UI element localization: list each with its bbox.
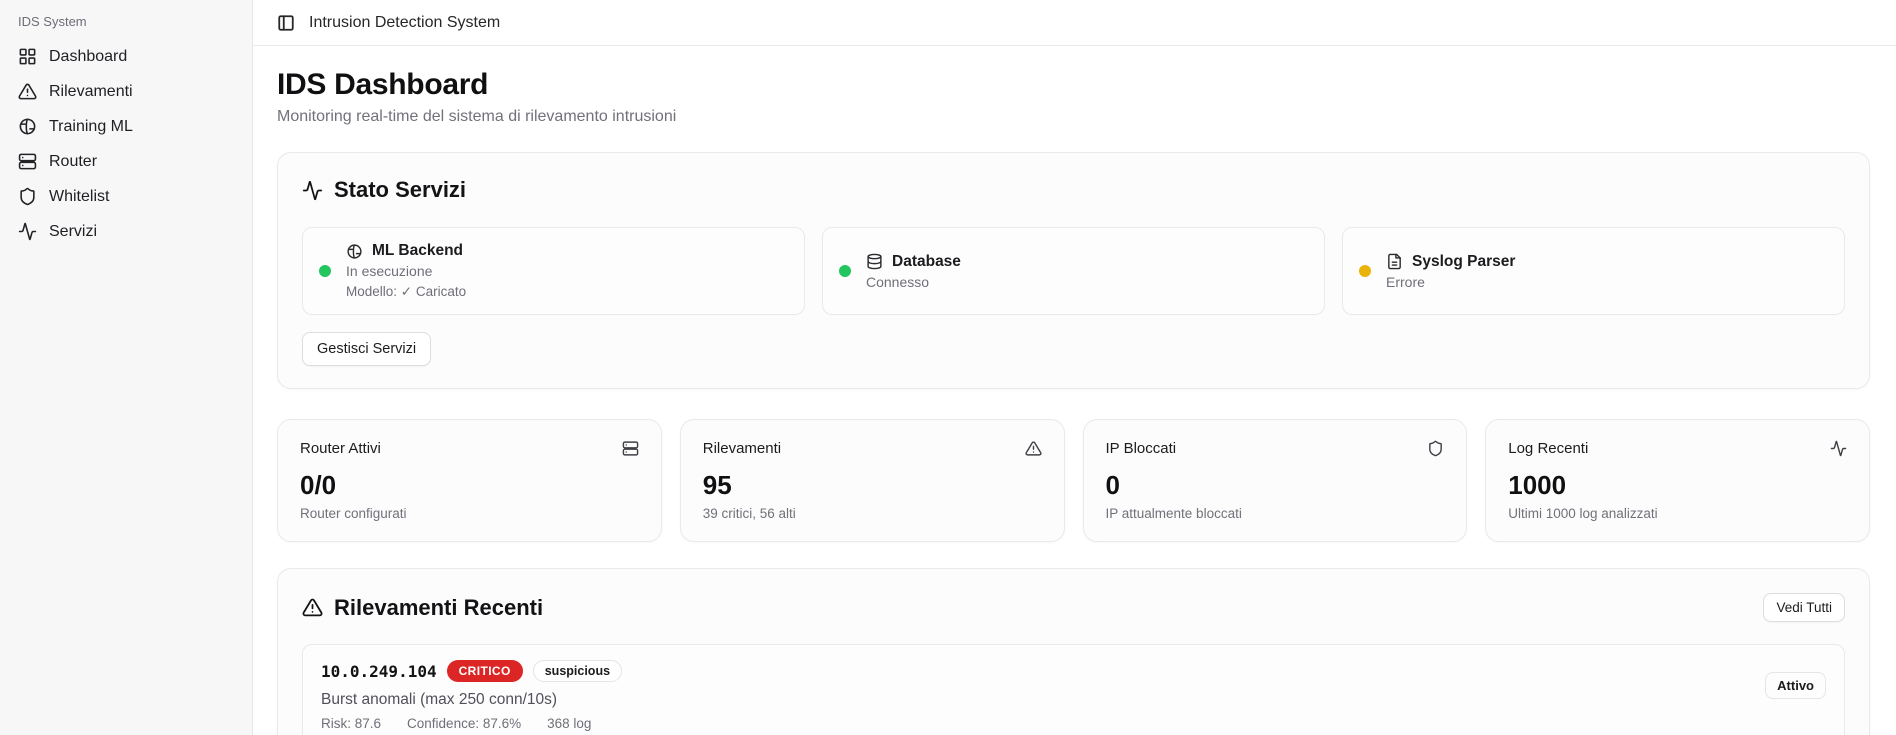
activity-icon	[1830, 440, 1847, 457]
sidebar-item-label: Training ML	[49, 118, 133, 136]
service-name: ML Backend	[372, 242, 463, 260]
stat-value: 1000	[1508, 470, 1847, 501]
sidebar-item-rilevamenti[interactable]: Rilevamenti	[10, 74, 242, 109]
alert-triangle-icon	[18, 82, 37, 101]
sidebar-item-servizi[interactable]: Servizi	[10, 214, 242, 249]
service-status: Errore	[1386, 274, 1515, 290]
panel-left-icon	[277, 14, 295, 32]
stat-title: IP Bloccati	[1106, 440, 1177, 457]
shield-icon	[1427, 440, 1444, 457]
stat-card-router-attivi: Router Attivi 0/0 Router configurati	[277, 419, 662, 542]
severity-badge: CRITICO	[447, 660, 523, 682]
activity-icon	[18, 222, 37, 241]
stat-value: 0/0	[300, 470, 639, 501]
file-text-icon	[1386, 253, 1403, 270]
server-icon	[18, 152, 37, 171]
stat-card-ip-bloccati: IP Bloccati 0 IP attualmente bloccati	[1083, 419, 1468, 542]
stats-grid: Router Attivi 0/0 Router configurati Ril…	[277, 419, 1870, 542]
stat-caption: Ultimi 1000 log analizzati	[1508, 506, 1847, 521]
sidebar-item-dashboard[interactable]: Dashboard	[10, 39, 242, 74]
sidebar: IDS System Dashboard Rilevamenti Trainin…	[0, 0, 253, 735]
stat-value: 95	[703, 470, 1042, 501]
server-icon	[622, 440, 639, 457]
alert-triangle-icon	[302, 597, 323, 618]
stat-value: 0	[1106, 470, 1445, 501]
manage-services-button[interactable]: Gestisci Servizi	[302, 332, 431, 366]
sidebar-item-whitelist[interactable]: Whitelist	[10, 179, 242, 214]
detections-card-heading: Rilevamenti Recenti	[302, 595, 543, 621]
brain-icon	[18, 117, 37, 136]
service-item-database: Database Connesso	[822, 227, 1325, 315]
detection-meta: Risk: 87.6 Confidence: 87.6% 368 log	[321, 716, 622, 731]
page-content: IDS Dashboard Monitoring real-time del s…	[253, 46, 1896, 735]
sidebar-toggle-button[interactable]	[277, 14, 295, 32]
service-name: Syslog Parser	[1412, 253, 1515, 271]
sidebar-nav: Dashboard Rilevamenti Training ML Router…	[10, 39, 242, 249]
view-all-button[interactable]: Vedi Tutti	[1763, 593, 1845, 622]
sidebar-item-label: Router	[49, 153, 97, 171]
sidebar-item-router[interactable]: Router	[10, 144, 242, 179]
status-dot	[839, 265, 851, 277]
page-subtitle: Monitoring real-time del sistema di rile…	[277, 108, 1870, 126]
sidebar-brand: IDS System	[10, 10, 242, 39]
state-badge: Attivo	[1765, 672, 1826, 699]
status-dot	[319, 265, 331, 277]
stat-card-log-recenti: Log Recenti 1000 Ultimi 1000 log analizz…	[1485, 419, 1870, 542]
service-status: In esecuzione	[346, 263, 466, 279]
detection-log-count: 368 log	[547, 716, 591, 731]
top-bar: Intrusion Detection System	[253, 0, 1896, 46]
shield-icon	[18, 187, 37, 206]
detection-risk: Risk: 87.6	[321, 716, 381, 731]
app-title: Intrusion Detection System	[309, 14, 500, 32]
brain-icon	[346, 243, 363, 260]
service-name: Database	[892, 253, 961, 271]
stat-caption: Router configurati	[300, 506, 639, 521]
services-grid: ML Backend In esecuzione Modello: ✓ Cari…	[302, 227, 1845, 315]
main-area: Intrusion Detection System IDS Dashboard…	[253, 0, 1896, 735]
layout-grid-icon	[18, 47, 37, 66]
service-item-ml-backend: ML Backend In esecuzione Modello: ✓ Cari…	[302, 227, 805, 315]
detections-card: Rilevamenti Recenti Vedi Tutti 10.0.249.…	[277, 568, 1870, 735]
category-badge: suspicious	[533, 660, 622, 682]
stat-card-rilevamenti: Rilevamenti 95 39 critici, 56 alti	[680, 419, 1065, 542]
database-icon	[866, 253, 883, 270]
sidebar-item-label: Dashboard	[49, 48, 127, 66]
sidebar-item-label: Rilevamenti	[49, 83, 133, 101]
stat-title: Log Recenti	[1508, 440, 1588, 457]
stat-caption: IP attualmente bloccati	[1106, 506, 1445, 521]
alert-triangle-icon	[1025, 440, 1042, 457]
stat-title: Router Attivi	[300, 440, 381, 457]
page-title: IDS Dashboard	[277, 68, 1870, 102]
status-dot	[1359, 265, 1371, 277]
sidebar-item-label: Whitelist	[49, 188, 109, 206]
stat-title: Rilevamenti	[703, 440, 781, 457]
detection-ip: 10.0.249.104	[321, 662, 437, 681]
activity-icon	[302, 180, 323, 201]
detection-description: Burst anomali (max 250 conn/10s)	[321, 691, 622, 709]
service-status: Connesso	[866, 274, 961, 290]
stat-caption: 39 critici, 56 alti	[703, 506, 1042, 521]
sidebar-item-label: Servizi	[49, 223, 97, 241]
detection-confidence: Confidence: 87.6%	[407, 716, 521, 731]
detections-card-title: Rilevamenti Recenti	[334, 595, 543, 621]
service-item-syslog-parser: Syslog Parser Errore	[1342, 227, 1845, 315]
services-card: Stato Servizi ML Backend In esecuzione M…	[277, 152, 1870, 389]
detection-row[interactable]: 10.0.249.104 CRITICO suspicious Burst an…	[302, 644, 1845, 735]
services-card-heading: Stato Servizi	[302, 177, 1845, 203]
service-detail: Modello: ✓ Caricato	[346, 284, 466, 300]
sidebar-item-training-ml[interactable]: Training ML	[10, 109, 242, 144]
services-card-title: Stato Servizi	[334, 177, 466, 203]
